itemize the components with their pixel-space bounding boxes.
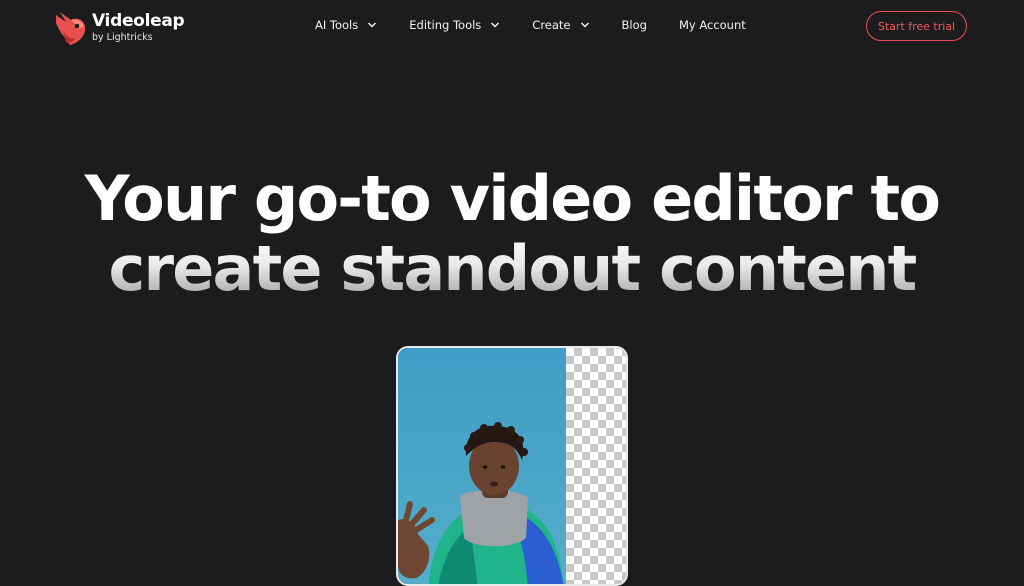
- nav-item-ai-tools[interactable]: AI Tools: [315, 18, 377, 32]
- nav-item-label: Blog: [621, 18, 647, 32]
- brand-name: Videoleap: [92, 11, 185, 32]
- chevron-down-icon: [491, 22, 500, 28]
- hero-section: Your go-to video editor to create stando…: [0, 164, 1024, 304]
- background-removal-preview: [396, 346, 628, 586]
- chevron-down-icon: [580, 22, 589, 28]
- videoleap-logo-link[interactable]: Videoleap by Lightricks: [54, 9, 185, 47]
- nav-item-my-account[interactable]: My Account: [679, 18, 746, 32]
- person-photo: [398, 348, 566, 584]
- nav-item-label: Editing Tools: [409, 18, 482, 32]
- brand-byline: by Lightricks: [92, 32, 153, 44]
- hero-headline-line-2: create standout content: [0, 234, 1024, 304]
- nav-item-label: My Account: [678, 18, 746, 32]
- main-menu: AI Tools Editing Tools Create Blog My Ac…: [315, 18, 778, 32]
- videoleap-bird-logo-icon: [56, 12, 86, 45]
- start-free-trial-button[interactable]: Start free trial: [866, 11, 967, 41]
- transparent-background-checker: [566, 348, 626, 584]
- nav-item-create[interactable]: Create: [532, 18, 589, 32]
- nav-item-label: Create: [532, 18, 571, 32]
- nav-item-blog[interactable]: Blog: [622, 18, 647, 32]
- hero-headline-line-1: Your go-to video editor to: [84, 162, 941, 235]
- chevron-down-icon: [368, 22, 377, 28]
- hero-headline: Your go-to video editor to create stando…: [0, 164, 1024, 304]
- nav-item-label: AI Tools: [315, 18, 359, 32]
- nav-item-editing-tools[interactable]: Editing Tools: [409, 18, 500, 32]
- top-navigation: Videoleap by Lightricks AI Tools Editing…: [0, 0, 1024, 56]
- person-illustration: [398, 422, 564, 584]
- logo-text: Videoleap by Lightricks: [92, 11, 185, 44]
